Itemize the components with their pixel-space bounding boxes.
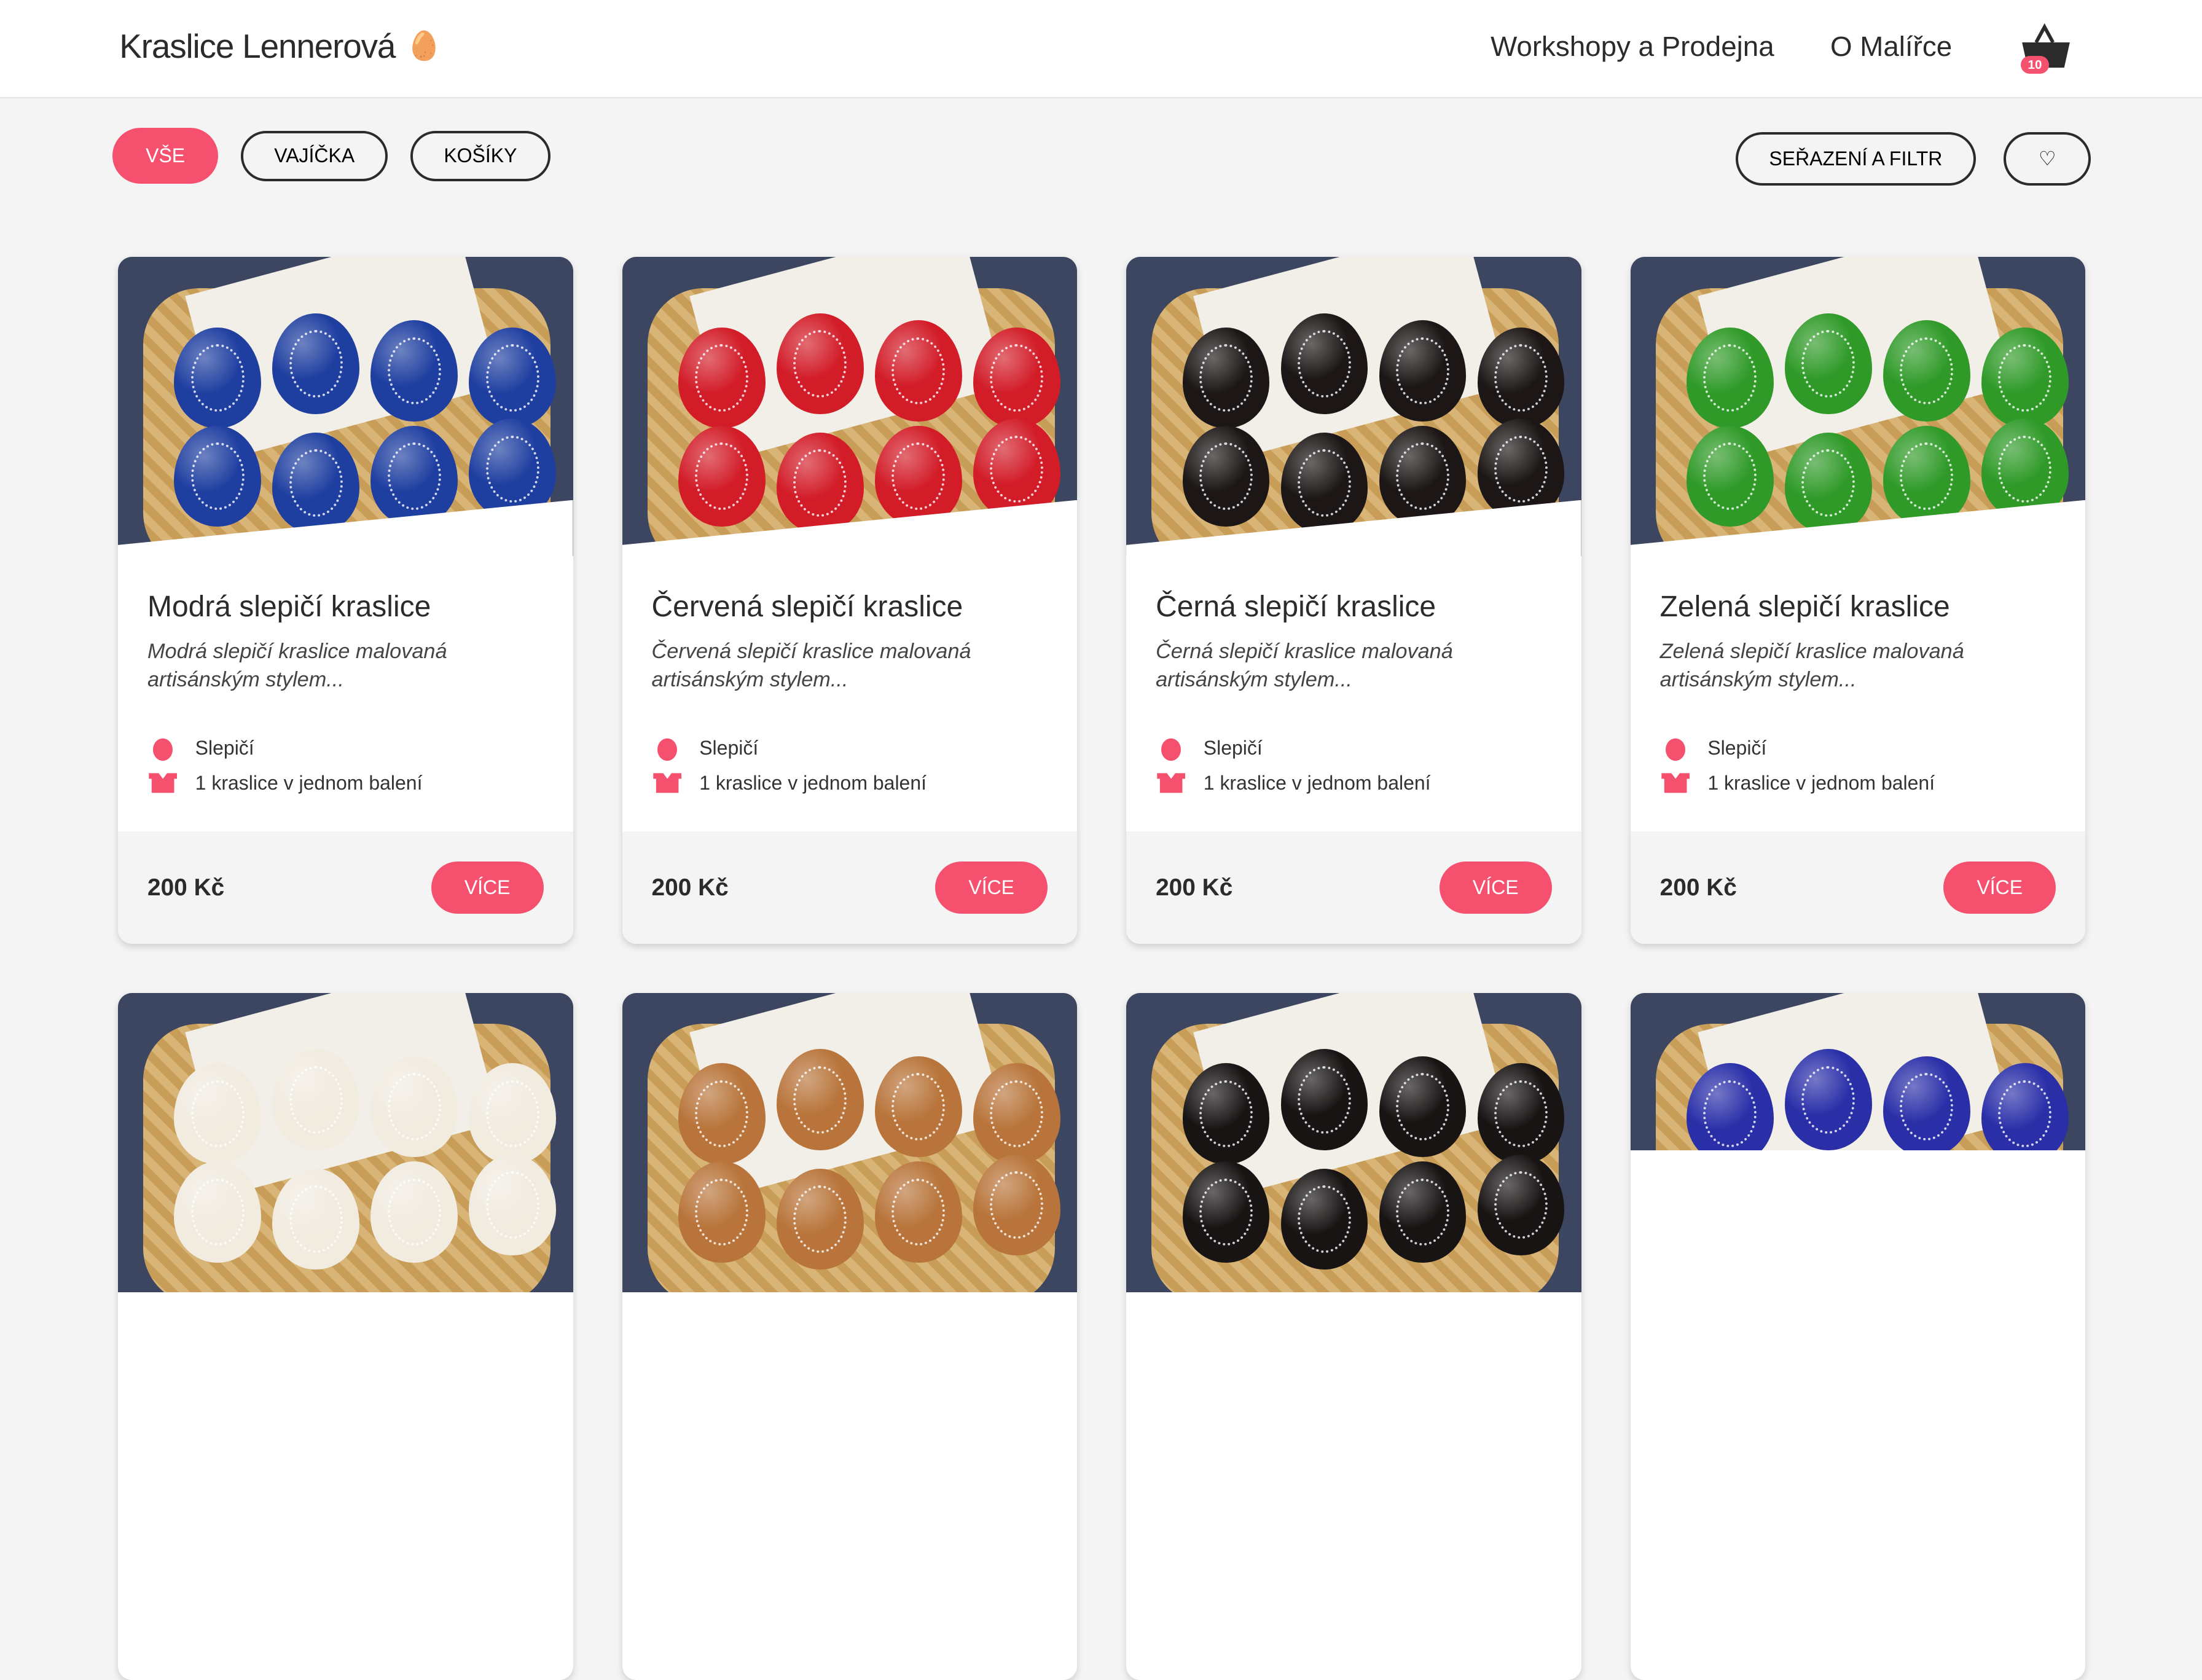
egg xyxy=(1182,1063,1270,1164)
egg xyxy=(1785,432,1872,534)
egg xyxy=(776,313,864,415)
product-price: 200 Kč xyxy=(147,874,225,901)
egg xyxy=(776,1168,864,1270)
egg-type: Slepičí xyxy=(1203,736,1263,759)
product-card[interactable]: Černá slepičí kraslice Černá slepičí kra… xyxy=(1126,257,1581,944)
product-title[interactable]: Modrá slepičí kraslice xyxy=(147,590,544,624)
egg xyxy=(1379,1161,1467,1263)
egg xyxy=(1785,1049,1872,1150)
product-title[interactable]: Zelená slepičí kraslice xyxy=(1660,590,2056,624)
product-grid: Modrá slepičí kraslice Modrá slepičí kra… xyxy=(117,257,2086,1680)
product-title[interactable]: Černá slepičí kraslice xyxy=(1156,590,1552,624)
egg xyxy=(1785,313,1872,415)
egg-type: Slepičí xyxy=(699,736,759,759)
heart-icon: ♡ xyxy=(2038,147,2056,170)
more-button[interactable]: VÍCE xyxy=(1439,862,1552,914)
card-footer: 200 Kč VÍCE xyxy=(117,831,573,944)
product-image[interactable] xyxy=(1126,257,1581,557)
filter-all[interactable]: VŠE xyxy=(112,128,219,184)
product-image[interactable] xyxy=(622,257,1078,557)
product-description: Modrá slepičí kraslice malovaná artisáns… xyxy=(147,639,447,691)
product-price: 200 Kč xyxy=(1659,874,1737,901)
egg-icon xyxy=(652,736,683,761)
product-image[interactable] xyxy=(117,257,573,557)
product-description: Zelená slepičí kraslice malovaná artisán… xyxy=(1659,639,1964,691)
product-title[interactable]: Červená slepičí kraslice xyxy=(652,590,1048,624)
box-icon xyxy=(1156,772,1186,795)
sort-filter-button[interactable]: SEŘAZENÍ A FILTR xyxy=(1736,131,1976,186)
egg-icon xyxy=(1156,736,1186,761)
logo[interactable]: Kraslice Lennerová 🥚 xyxy=(119,26,441,66)
product-description: Černá slepičí kraslice malovaná artisáns… xyxy=(1156,639,1453,691)
egg xyxy=(973,1154,1060,1256)
product-price: 200 Kč xyxy=(651,874,729,901)
more-button[interactable]: VÍCE xyxy=(431,862,544,914)
egg-type: Slepičí xyxy=(1707,736,1767,759)
package-info: 1 kraslice v jednom balení xyxy=(1203,771,1431,794)
filter-baskets[interactable]: KOŠÍKY xyxy=(410,130,550,181)
package-info: 1 kraslice v jednom balení xyxy=(1707,771,1935,794)
nav-workshops[interactable]: Workshopy a Prodejna xyxy=(1491,31,1774,63)
eggs-logo-icon: 🥚 xyxy=(406,29,441,61)
product-image[interactable] xyxy=(1630,992,2086,1150)
product-image[interactable] xyxy=(1126,992,1581,1292)
card-footer: 200 Kč VÍCE xyxy=(622,831,1078,944)
box-icon xyxy=(652,772,683,795)
box-icon xyxy=(1660,772,1691,795)
product-image[interactable] xyxy=(1630,257,2086,557)
egg xyxy=(272,1049,360,1150)
product-price: 200 Kč xyxy=(1156,874,1233,901)
package-info: 1 kraslice v jednom balení xyxy=(699,771,927,794)
logo-text: Kraslice Lennerová xyxy=(119,27,396,66)
egg xyxy=(1477,1063,1565,1164)
egg-type: Slepičí xyxy=(195,736,254,759)
cart-count-badge: 10 xyxy=(2021,56,2049,74)
card-footer: 200 Kč VÍCE xyxy=(1630,831,2086,944)
egg xyxy=(776,1049,864,1150)
favorites-button[interactable]: ♡ xyxy=(2004,131,2091,186)
product-card[interactable] xyxy=(622,992,1078,1680)
more-button[interactable]: VÍCE xyxy=(935,862,1048,914)
egg xyxy=(1280,1049,1368,1150)
product-description: Červená slepičí kraslice malovaná artisá… xyxy=(651,639,971,691)
product-card[interactable]: Modrá slepičí kraslice Modrá slepičí kra… xyxy=(117,257,573,944)
egg-icon xyxy=(147,736,178,761)
site-header: Kraslice Lennerová 🥚 Workshopy a Prodejna… xyxy=(0,0,2202,98)
product-card[interactable] xyxy=(117,992,573,1680)
egg xyxy=(874,1056,962,1158)
cart-button[interactable]: 10 xyxy=(2016,23,2072,79)
egg xyxy=(1182,1161,1270,1263)
egg-icon xyxy=(1660,736,1691,761)
egg xyxy=(874,1161,962,1263)
package-info: 1 kraslice v jednom balení xyxy=(195,771,423,794)
product-card[interactable]: Zelená slepičí kraslice Zelená slepičí k… xyxy=(1630,257,2086,944)
product-image[interactable] xyxy=(117,992,573,1292)
product-card[interactable] xyxy=(1126,992,1581,1680)
egg xyxy=(1883,320,1970,422)
box-icon xyxy=(147,772,178,795)
egg xyxy=(973,1063,1060,1164)
egg xyxy=(678,1063,766,1164)
card-footer: 200 Kč VÍCE xyxy=(1126,831,1581,944)
product-image[interactable] xyxy=(622,992,1078,1292)
product-card[interactable]: Červená slepičí kraslice Červená slepičí… xyxy=(622,257,1078,944)
egg xyxy=(776,432,864,534)
filter-eggs[interactable]: VAJÍČKA xyxy=(240,130,388,181)
more-button[interactable]: VÍCE xyxy=(1943,862,2056,914)
product-card[interactable] xyxy=(1630,992,2086,1680)
egg xyxy=(874,320,962,422)
nav-about[interactable]: O Malířce xyxy=(1830,31,1952,63)
egg xyxy=(678,1161,766,1263)
